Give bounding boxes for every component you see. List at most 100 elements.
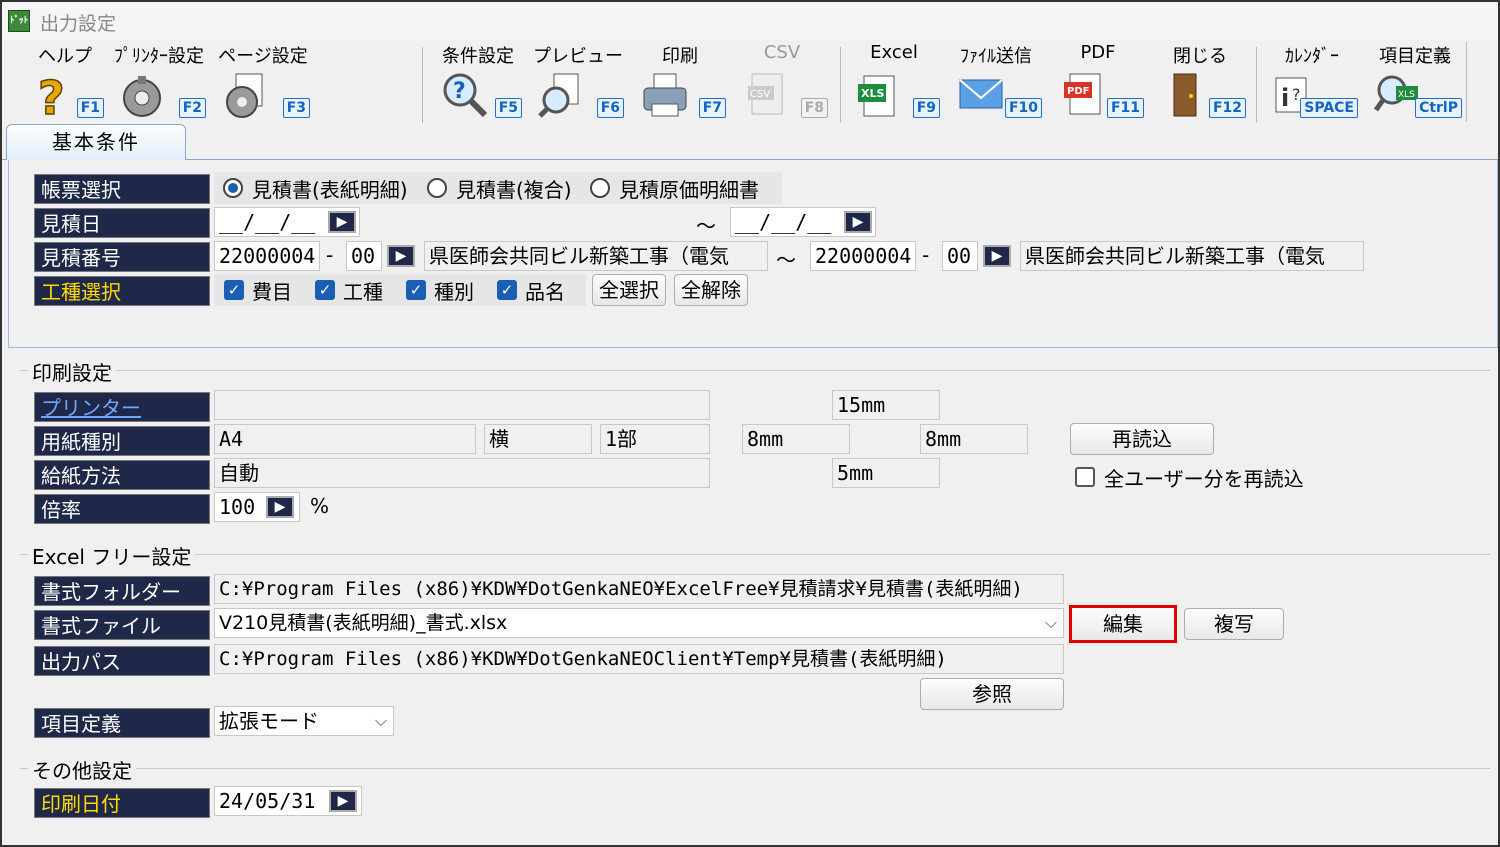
format-file-value: V210見積書(表紙明細)_書式.xlsx — [219, 612, 508, 634]
close-button[interactable]: 閉じる F12 — [1152, 40, 1248, 124]
checkbox-hinmei[interactable]: ✓ — [497, 280, 517, 300]
check-label: 品名 — [525, 280, 565, 304]
toolbar-separator — [840, 47, 841, 123]
report-option-label: 見積書(表紙明細) — [252, 178, 408, 202]
margin-bottom-field: 5mm — [832, 458, 940, 488]
all-users-reload-checkbox[interactable] — [1075, 467, 1095, 487]
svg-text:i: i — [1281, 84, 1289, 112]
margin-left-field: 8mm — [742, 424, 850, 454]
excel-button[interactable]: Excel XLS F9 — [846, 40, 942, 124]
checkbox-koushu[interactable]: ✓ — [315, 280, 335, 300]
item-definition-label: 項目定義 — [34, 708, 210, 738]
chevron-down-icon: ⌵ — [1044, 613, 1057, 632]
tab-basic-conditions[interactable]: 基本条件 — [6, 124, 186, 160]
number-to-name: 県医師会共同ビル新築工事（電気 — [1020, 241, 1364, 271]
reload-button[interactable]: 再読込 — [1070, 423, 1214, 455]
margin-right-field: 8mm — [920, 424, 1028, 454]
help-icon: ? — [37, 70, 65, 120]
number-to-field[interactable]: 22000004 — [810, 241, 916, 271]
clear-all-button[interactable]: 全解除 — [674, 274, 748, 306]
svg-text:?: ? — [453, 79, 466, 104]
all-users-reload-label: 全ユーザー分を再読込 — [1104, 467, 1304, 491]
pdf-icon: PDF — [1064, 73, 1101, 115]
item-definition-value: 拡張モード — [219, 709, 319, 733]
copy-button[interactable]: 複写 — [1184, 608, 1284, 640]
toolbar-separator — [422, 47, 423, 123]
excel-icon: XLS — [858, 75, 895, 117]
margin-top-field: 15mm — [832, 390, 940, 420]
print-settings-title: 印刷設定 — [28, 357, 116, 386]
calendar-button[interactable]: ｶﾚﾝﾀﾞｰ i? SPACE — [1264, 40, 1360, 124]
output-path-field: C:¥Program Files (x86)¥KDW¥DotGenkaNEOCl… — [214, 644, 1064, 674]
condition-icon: ? — [443, 73, 488, 118]
toolbar-separator — [1466, 42, 1467, 122]
print-date-label: 印刷日付 — [34, 788, 210, 818]
printer-field — [214, 390, 710, 420]
paper-type-label: 用紙種別 — [34, 426, 210, 456]
svg-text:XLS: XLS — [1398, 90, 1415, 100]
help-button[interactable]: ヘルプ ? F1 — [24, 40, 106, 124]
checkbox-shubetsu[interactable]: ✓ — [406, 280, 426, 300]
page-setup-button[interactable]: ページ設定 F3 — [214, 40, 312, 124]
copies-field: 1部 — [600, 424, 710, 454]
check-label: 種別 — [434, 280, 474, 304]
window-title: 出力設定 — [40, 13, 117, 35]
date-from-picker-button[interactable]: ▶ — [328, 211, 356, 233]
file-send-button[interactable]: ﾌｧｲﾙ送信 F10 — [948, 40, 1044, 124]
pdf-button[interactable]: PDF PDF F11 — [1050, 40, 1146, 124]
printer-setup-button[interactable]: ﾌﾟﾘﾝﾀｰ設定 F2 — [110, 40, 208, 124]
page-setup-icon — [226, 73, 263, 118]
browse-button[interactable]: 参照 — [920, 678, 1064, 710]
report-option-label: 見積書(複合) — [456, 178, 572, 202]
feed-method-label: 給紙方法 — [34, 460, 210, 490]
printer-label[interactable]: プリンター — [34, 392, 210, 422]
item-definition-button[interactable]: 項目定義 XLS CtrlP — [1366, 40, 1464, 124]
svg-text:?: ? — [1292, 85, 1301, 104]
preview-button[interactable]: プレビュー F6 — [530, 40, 626, 124]
app-icon: ﾄﾞｯﾄ — [8, 10, 30, 32]
number-to-sub-field[interactable]: 00 — [942, 241, 978, 271]
toolbar-separator — [1256, 47, 1257, 123]
checkbox-himoku[interactable]: ✓ — [224, 280, 244, 300]
report-label: 帳票選択 — [34, 174, 210, 204]
format-file-select[interactable]: V210見積書(表紙明細)_書式.xlsx ⌵ — [214, 608, 1064, 638]
estimate-date-label: 見積日 — [34, 208, 210, 238]
csv-button[interactable]: CSV CSV F8 — [734, 40, 830, 124]
select-all-button[interactable]: 全選択 — [592, 274, 666, 306]
feed-method-field: 自動 — [214, 458, 710, 488]
format-folder-field: C:¥Program Files (x86)¥KDW¥DotGenkaNEO¥E… — [214, 574, 1064, 604]
format-file-label: 書式ファイル — [34, 610, 210, 640]
svg-text:XLS: XLS — [861, 87, 884, 100]
mail-icon — [959, 79, 1003, 109]
report-radio-cost-detail[interactable] — [590, 178, 610, 198]
number-to-picker-button[interactable]: ▶ — [983, 245, 1011, 267]
tab-row — [2, 124, 1498, 160]
number-from-sub-field[interactable]: 00 — [346, 241, 382, 271]
report-radio-cover-detail[interactable] — [223, 178, 243, 198]
chevron-down-icon: ⌵ — [374, 711, 387, 730]
orientation-field: 横 — [484, 424, 592, 454]
number-from-field[interactable]: 22000004 — [214, 241, 320, 271]
other-settings-title: その他設定 — [28, 755, 136, 784]
scale-picker-button[interactable]: ▶ — [266, 496, 294, 518]
report-radio-composite[interactable] — [427, 178, 447, 198]
number-from-picker-button[interactable]: ▶ — [387, 245, 415, 267]
range-tilde: ～ — [776, 248, 796, 272]
check-label: 工種 — [343, 280, 383, 304]
print-date-picker-button[interactable]: ▶ — [329, 790, 357, 812]
check-label: 費目 — [252, 280, 292, 304]
door-icon — [1173, 73, 1197, 117]
paper-size-field: A4 — [214, 424, 476, 454]
svg-text:?: ? — [38, 71, 65, 120]
number-dash: - — [326, 243, 334, 267]
item-definition-select[interactable]: 拡張モード ⌵ — [214, 706, 394, 736]
print-button[interactable]: 印刷 F7 — [632, 40, 728, 124]
number-dash: - — [922, 243, 930, 267]
toolbar: ヘルプ ? F1 ﾌﾟﾘﾝﾀｰ設定 F2 ページ設定 F3 条件設定 ? F5 … — [2, 40, 1498, 124]
edit-button[interactable]: 編集 — [1069, 605, 1177, 643]
date-to-picker-button[interactable]: ▶ — [844, 211, 872, 233]
excel-settings-title: Excel フリー設定 — [28, 541, 196, 570]
condition-button[interactable]: 条件設定 ? F5 — [432, 40, 524, 124]
preview-icon — [538, 73, 579, 118]
svg-text:CSV: CSV — [750, 89, 770, 100]
